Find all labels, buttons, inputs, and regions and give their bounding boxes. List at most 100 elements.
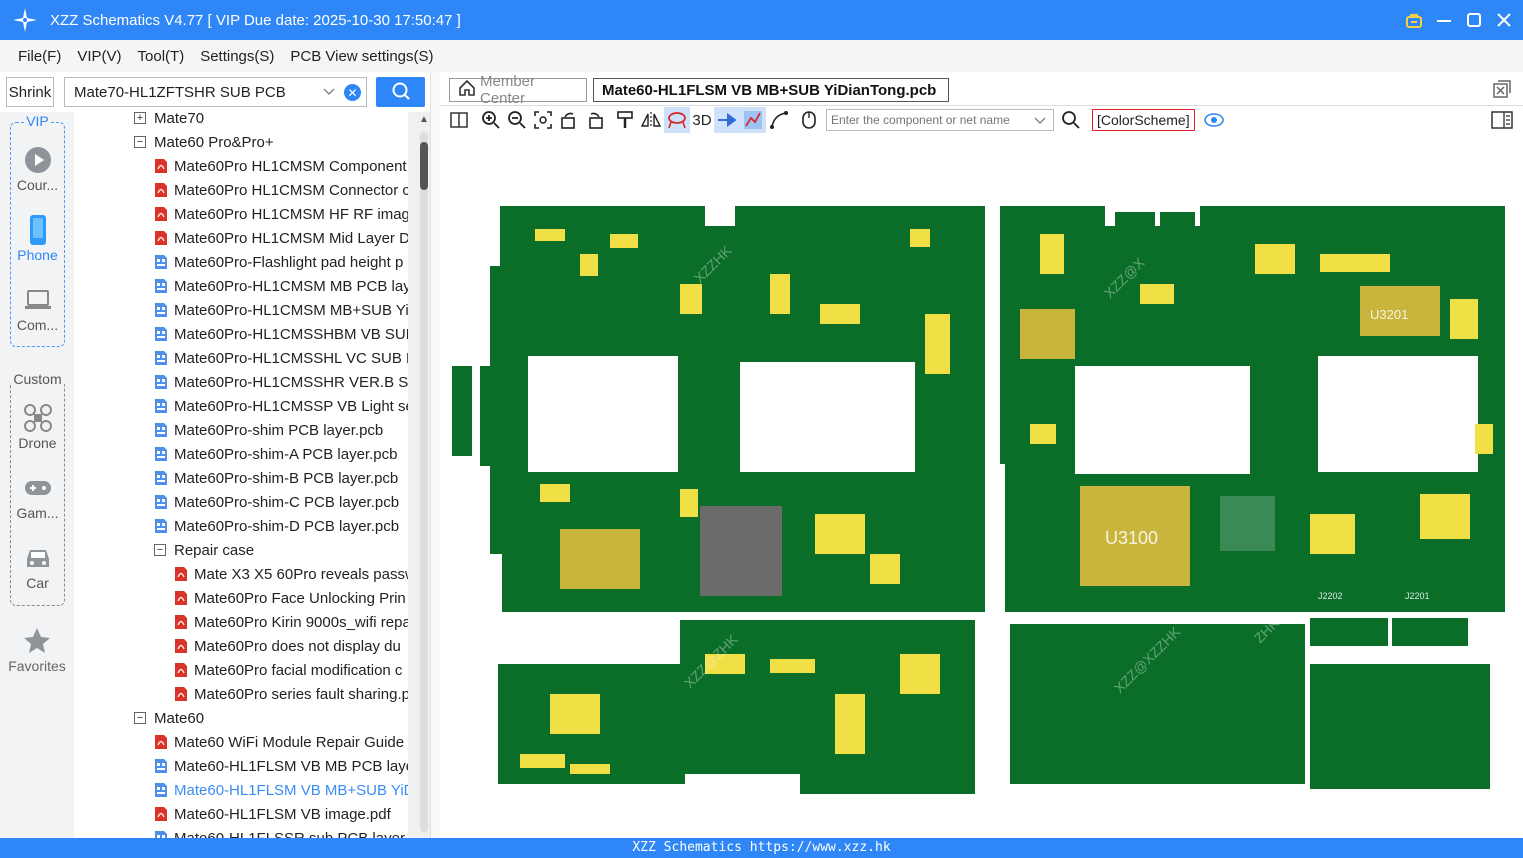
tree-file[interactable]: Mate60-HL1FLSM VB MB+SUB YiD <box>154 778 408 802</box>
scrollbar-thumb[interactable] <box>420 142 428 190</box>
curve-tool-icon[interactable] <box>766 107 792 133</box>
nav-courses[interactable]: Cour... <box>11 143 64 193</box>
pcb-file-icon <box>154 422 168 438</box>
tab-member-center[interactable]: Member Center <box>449 73 587 107</box>
expand-icon[interactable]: + <box>134 112 146 124</box>
tree-file[interactable]: Mate60Pro HL1CMSM HF RF image <box>154 202 408 226</box>
pdf-file-icon <box>174 662 188 678</box>
pcb-pad-cluster <box>1255 244 1295 274</box>
restore-panel-icon[interactable] <box>1493 80 1511 101</box>
tree-file[interactable]: Mate60Pro does not display du <box>174 634 401 658</box>
zoom-in-icon[interactable] <box>478 107 504 133</box>
view-3d-toggle[interactable]: 3D <box>690 107 714 133</box>
tree-folder[interactable]: + Mate70 <box>134 112 204 130</box>
pcb-toolbar: 3D [ColorScheme] <box>440 106 1523 134</box>
paint-brush-icon[interactable] <box>612 107 638 133</box>
search-button[interactable] <box>376 77 425 107</box>
tree-file[interactable]: Mate60Pro-HL1CMSSHR VER.B SUI <box>154 370 408 394</box>
menu-tool[interactable]: Tool(T) <box>138 48 185 65</box>
mirror-icon[interactable] <box>638 107 664 133</box>
tree-file[interactable]: Mate60Pro HL1CMSM Connector c <box>154 178 408 202</box>
pcb-pad-cluster <box>925 314 950 374</box>
maximize-icon[interactable] <box>1465 11 1483 29</box>
tree-file[interactable]: Mate60-HL1FLSSR sub PCB layer.p <box>154 826 408 838</box>
tree-file[interactable]: Mate60Pro-HL1CMSSHL VC SUB P <box>154 346 408 370</box>
tree-file[interactable]: Mate60Pro-shim-D PCB layer.pcb <box>154 514 399 538</box>
nav-phone[interactable]: Phone <box>11 213 64 263</box>
arrow-nav-icon[interactable] <box>714 107 740 133</box>
tree-file[interactable]: Mate60Pro-Flashlight pad height p <box>154 250 403 274</box>
tab-current-file[interactable]: Mate60-HL1FLSM VB MB+SUB YiDianTong.pcb <box>593 78 949 102</box>
nav-game[interactable]: Gam... <box>11 471 64 521</box>
nav-drone[interactable]: Drone <box>11 401 64 451</box>
pcb-canvas[interactable]: U3100 J2202 J2201 U3201 XZZHK XZZ@X XZZ@XZZHK X… <box>440 134 1523 838</box>
pcb-pad-cluster <box>520 754 565 768</box>
tree-file[interactable]: Mate60Pro Kirin 9000s_wifi repa <box>174 610 408 634</box>
tree-scrollbar[interactable]: ▲ <box>408 112 430 838</box>
pdf-file-icon <box>174 590 188 606</box>
tree-file[interactable]: Mate60Pro-shim PCB layer.pcb <box>154 418 383 442</box>
pcb-pad-cluster <box>1310 514 1355 554</box>
pane-splitter[interactable] <box>430 72 440 838</box>
tree-file[interactable]: Mate60Pro-shim-C PCB layer.pcb <box>154 490 399 514</box>
tree-file[interactable]: Mate60Pro-HL1CMSM MB+SUB Yi <box>154 298 408 322</box>
nav-car[interactable]: Car <box>11 541 64 591</box>
tree-file[interactable]: Mate60Pro-HL1CMSM MB PCB lay <box>154 274 408 298</box>
tree-file[interactable]: Mate60-HL1FLSM VB MB PCB laye <box>154 754 408 778</box>
menu-file[interactable]: File(F) <box>18 48 61 65</box>
menu-pcb-view-settings[interactable]: PCB View settings(S) <box>290 48 433 65</box>
zoom-out-icon[interactable] <box>504 107 530 133</box>
scroll-up-icon[interactable]: ▲ <box>419 114 429 125</box>
nav-computer[interactable]: Com... <box>11 283 64 333</box>
tree-file[interactable]: Mate60Pro HL1CMSM Component <box>154 154 407 178</box>
net-search-icon[interactable] <box>1058 107 1084 133</box>
laptop-icon <box>11 283 64 317</box>
tree-item-label: Mate60Pro-HL1CMSSHL VC SUB P <box>174 349 408 367</box>
tree-file[interactable]: Mate X3 X5 60Pro reveals passw <box>174 562 408 586</box>
menu-settings[interactable]: Settings(S) <box>200 48 274 65</box>
chevron-down-icon[interactable] <box>1033 113 1047 130</box>
lock-icon[interactable] <box>1405 11 1423 29</box>
shrink-button[interactable]: Shrink <box>6 77 54 107</box>
clear-search-icon[interactable]: ✕ <box>344 84 361 101</box>
tree-folder[interactable]: − Repair case <box>154 538 254 562</box>
tree-file[interactable]: Mate60Pro series fault sharing.p <box>174 682 408 706</box>
custom-group: Custom Drone Gam... Car <box>10 371 65 606</box>
fit-view-icon[interactable] <box>530 107 556 133</box>
minimize-icon[interactable] <box>1435 11 1453 29</box>
trace-route-icon[interactable] <box>740 107 766 133</box>
chevron-down-icon[interactable] <box>322 84 336 102</box>
tree-item-label: Mate60Pro HL1CMSM Connector c <box>174 181 408 199</box>
tree-file[interactable]: Mate60Pro-shim-B PCB layer.pcb <box>154 466 398 490</box>
tree-file[interactable]: Mate60Pro-shim-A PCB layer.pcb <box>154 442 397 466</box>
tree-file[interactable]: Mate60Pro facial modification c <box>174 658 402 682</box>
menu-vip[interactable]: VIP(V) <box>77 48 121 65</box>
tree-file[interactable]: Mate60Pro-HL1CMSSHBM VB SUB <box>154 322 408 346</box>
net-search-input[interactable] <box>831 113 1031 127</box>
pcb-pad-cluster <box>835 694 865 754</box>
pcb-file-icon <box>154 518 168 534</box>
tree-folder[interactable]: − Mate60 <box>134 706 204 730</box>
tree-file[interactable]: Mate60Pro HL1CMSM Mid Layer D <box>154 226 408 250</box>
color-scheme-button[interactable]: [ColorScheme] <box>1092 109 1195 131</box>
close-icon[interactable] <box>1495 11 1513 29</box>
rotate-left-icon[interactable] <box>556 107 582 133</box>
nav-favorites[interactable]: Favorites <box>0 624 74 674</box>
file-search-input[interactable] <box>74 83 314 101</box>
collapse-icon[interactable]: − <box>154 544 166 556</box>
tree-folder[interactable]: − Mate60 Pro&Pro+ <box>134 130 274 154</box>
tree-file[interactable]: Mate60Pro-HL1CMSSP VB Light se <box>154 394 408 418</box>
tree-file[interactable]: Mate60Pro Face Unlocking Prin <box>174 586 406 610</box>
pcb-board-drawing[interactable]: U3100J2202 J2201U3201XZZHK XZZ@XXZZ@XZZHKX… <box>440 134 1523 838</box>
split-view-icon[interactable] <box>446 107 472 133</box>
net-highlight-icon[interactable] <box>664 107 690 133</box>
collapse-icon[interactable]: − <box>134 712 146 724</box>
tree-file[interactable]: Mate60-HL1FLSM VB image.pdf <box>154 802 391 826</box>
eye-icon[interactable] <box>1201 107 1227 133</box>
collapse-icon[interactable]: − <box>134 136 146 148</box>
mouse-icon[interactable] <box>796 107 822 133</box>
rotate-right-icon[interactable] <box>582 107 608 133</box>
side-panel-toggle-icon[interactable] <box>1489 107 1515 133</box>
pcb-connector-b <box>1392 618 1468 646</box>
tree-file[interactable]: Mate60 WiFi Module Repair Guide <box>154 730 404 754</box>
